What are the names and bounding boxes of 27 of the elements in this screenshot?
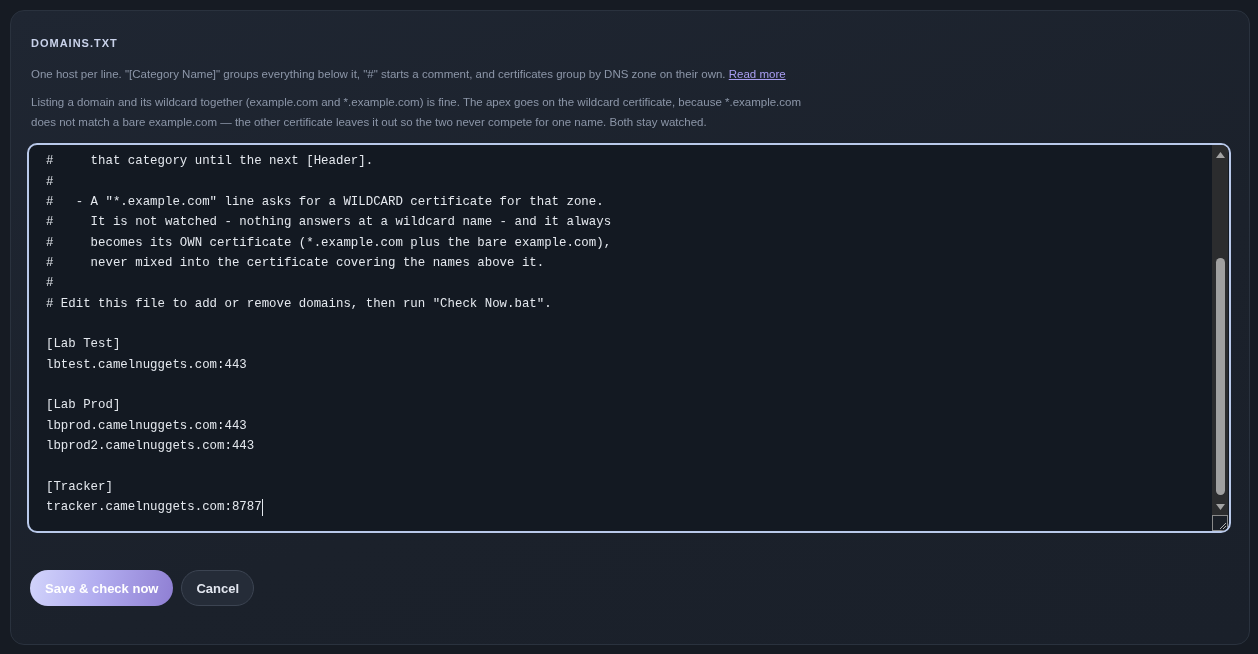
code-line: lbtest.camelnuggets.com:443 xyxy=(46,356,247,373)
code-line: # xyxy=(46,275,54,292)
text-cursor-icon xyxy=(261,498,263,516)
code-line: # Edit this file to add or remove domains, then run "Check Now.bat". xyxy=(46,295,552,312)
code-line: [Tracker] xyxy=(46,478,113,495)
code-line: [Lab Test] xyxy=(46,336,121,353)
scrollbar-thumb[interactable] xyxy=(1215,258,1225,495)
panel-title: DOMAINS.TXT xyxy=(31,37,118,49)
code-line: # becomes its OWN certificate (*.example.com plus the bare example.com), xyxy=(46,234,612,251)
code-line: # It is not watched - nothing answers at a wildcard name - and it always xyxy=(46,214,612,231)
code-line: # never mixed into the certificate covering the names above it. xyxy=(46,254,545,271)
code-line: # xyxy=(46,173,54,190)
code-line: [Lab Prod] xyxy=(46,397,121,414)
code-line: # - A "*.example.com" line asks for a WILDCARD certificate for that zone. xyxy=(46,193,604,210)
text-editor-field[interactable] xyxy=(27,143,1231,533)
scroll-up-icon[interactable] xyxy=(1215,152,1225,158)
scrollbar[interactable] xyxy=(1212,145,1228,515)
cancel-button[interactable]: Cancel xyxy=(181,570,255,606)
read-more-link[interactable]: Read more xyxy=(728,68,786,80)
code-line: tracker.camelnuggets.com:8787 xyxy=(46,499,262,515)
intro-text: One host per line. "[Category Name]" groups everything below it, "#" starts a comment, and certificates group by DNS zone on their own. Read more xyxy=(31,67,787,82)
code-line: # that category until the next [Header]. xyxy=(46,153,374,170)
scroll-down-icon[interactable] xyxy=(1215,504,1225,510)
resize-grip-icon[interactable] xyxy=(1212,515,1228,531)
code-line: lbprod2.camelnuggets.com:443 xyxy=(46,438,255,454)
note-text: Listing a domain and its wildcard together (example.com and *.example.com) is fine. The apex goes on the wildcard certificate, because *.example.com does not match a bare example.com — the other certificate leaves it out so the two never compete for one name. Both stay watched. xyxy=(31,95,803,130)
code-line: lbprod.camelnuggets.com:443 xyxy=(46,417,247,434)
